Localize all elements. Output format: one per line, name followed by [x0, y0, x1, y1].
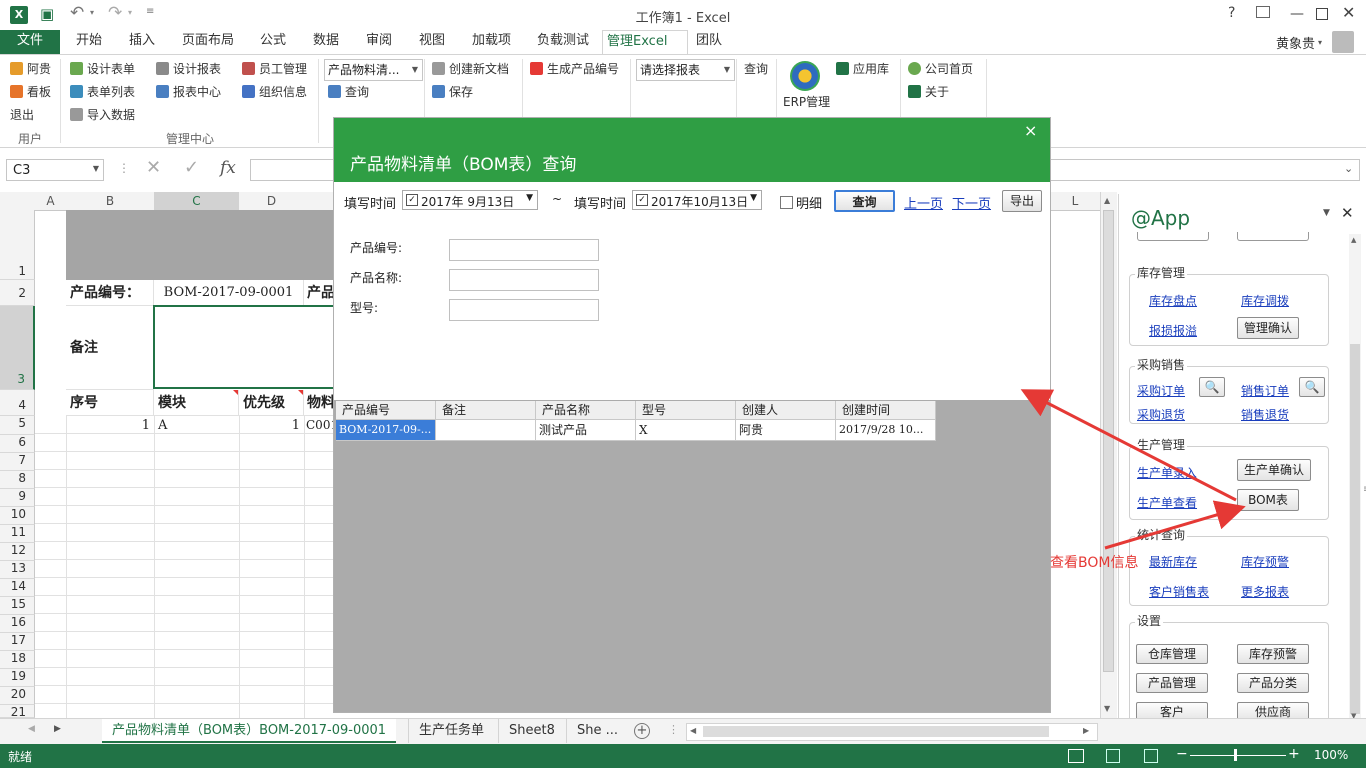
scroll-thumb[interactable] — [703, 726, 1049, 737]
arrow-to-bom-button — [1104, 500, 1246, 550]
sheet-tab-bar: ◀ ▶ 产品物料清单（BOM表）BOM-2017-09-0001 生产任务单 S… — [0, 718, 1366, 745]
status-bar: 就绪 − + 100% — [0, 744, 1366, 768]
normal-view-icon[interactable] — [1068, 749, 1084, 763]
zoom-slider-handle[interactable] — [1234, 749, 1237, 761]
add-sheet-icon[interactable]: + — [634, 723, 650, 739]
splitter-icon[interactable]: ⋮ — [668, 723, 679, 736]
sheet-tab-production-task[interactable]: 生产任务单 — [408, 719, 494, 743]
scroll-left-icon[interactable]: ◀ — [690, 726, 696, 735]
sheet-tab-more[interactable]: She ... — [566, 719, 628, 743]
horizontal-scrollbar[interactable]: ◀ ▶ — [686, 723, 1098, 741]
page-layout-view-icon[interactable] — [1106, 749, 1120, 763]
page-break-view-icon[interactable] — [1144, 749, 1158, 763]
zoom-out-icon[interactable]: − — [1176, 746, 1188, 762]
sheet-tab-sheet8[interactable]: Sheet8 — [498, 719, 565, 743]
annotation-text: 查看BOM信息 — [1050, 555, 1139, 571]
status-ready: 就绪 — [8, 750, 33, 764]
annotation-arrows — [1020, 389, 1246, 550]
sheet-tab-bom[interactable]: 产品物料清单（BOM表）BOM-2017-09-0001 — [102, 719, 397, 743]
arrow-to-dialog — [1020, 389, 1237, 502]
zoom-slider[interactable] — [1190, 755, 1286, 756]
zoom-level[interactable]: 100% — [1314, 748, 1348, 762]
prev-sheet-icon[interactable]: ◀ — [28, 724, 35, 734]
next-sheet-icon[interactable]: ▶ — [54, 724, 61, 734]
zoom-in-icon[interactable]: + — [1288, 746, 1300, 762]
scroll-right-icon[interactable]: ▶ — [1083, 726, 1089, 735]
